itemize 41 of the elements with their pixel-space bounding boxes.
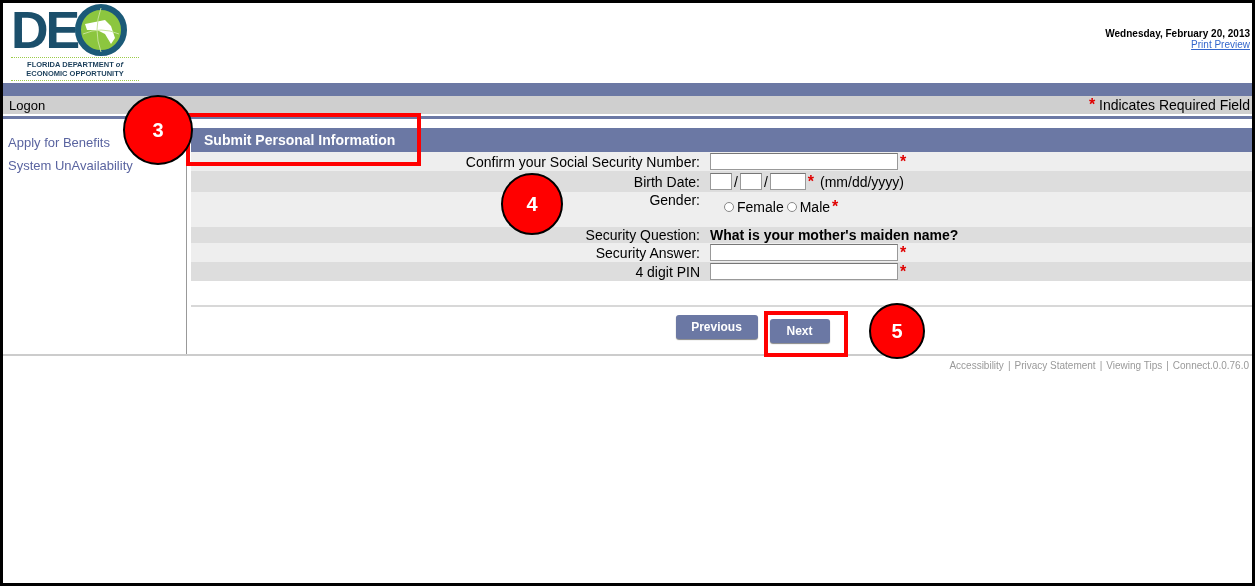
print-preview-link[interactable]: Print Preview	[1191, 39, 1250, 50]
required-note: * Indicates Required Field	[1088, 96, 1250, 114]
input-field[interactable]	[710, 263, 898, 280]
field-label: 4 digit PIN	[635, 263, 701, 280]
field-label: Security Answer:	[595, 244, 701, 261]
required-mark: *	[807, 172, 814, 191]
footer-separator: |	[1099, 360, 1103, 371]
previous-button[interactable]: Previous	[675, 315, 758, 339]
radio-button[interactable]	[786, 202, 797, 212]
question-text: What is your mother's maiden name?	[710, 227, 959, 243]
field-label: Birth Date:	[633, 173, 701, 190]
date-format-hint: (mm/dd/yyyy)	[820, 173, 904, 190]
required-mark: *	[900, 262, 907, 281]
footer-separator: |	[1007, 360, 1011, 371]
footer-link[interactable]: Connect.0.0.76.0	[1172, 360, 1249, 371]
required-mark: *	[900, 243, 907, 262]
radio-label[interactable]: Male	[799, 199, 831, 215]
day-field[interactable]	[739, 173, 762, 190]
field-label: Confirm your Social Security Number:	[465, 153, 701, 170]
input-field[interactable]	[710, 153, 898, 170]
date-separator: /	[763, 173, 768, 190]
footer-link[interactable]: Accessibility	[949, 360, 1004, 371]
footer-link[interactable]: Privacy Statement	[1014, 360, 1096, 371]
field-label: Gender:	[649, 192, 701, 208]
form-title: Submit Personal Information	[191, 128, 1252, 152]
date-separator: /	[734, 173, 738, 190]
next-button[interactable]: Next	[769, 319, 830, 343]
required-mark: *	[832, 198, 839, 216]
radio-label[interactable]: Female	[737, 199, 784, 215]
year-field[interactable]	[769, 173, 806, 190]
footer-separator: |	[1166, 360, 1169, 371]
step-marker: 5	[869, 303, 925, 359]
sidebar-link[interactable]: Apply for Benefits	[8, 135, 110, 150]
month-field[interactable]	[710, 173, 732, 190]
breadcrumb-text: Logon	[9, 97, 46, 113]
date-text: Wednesday, February 20, 2013	[1105, 28, 1250, 39]
footer-link[interactable]: Viewing Tips	[1106, 360, 1163, 371]
input-field[interactable]	[710, 244, 898, 261]
radio-button[interactable]	[724, 202, 734, 212]
field-label: Security Question:	[585, 227, 701, 243]
required-mark: *	[900, 152, 907, 171]
